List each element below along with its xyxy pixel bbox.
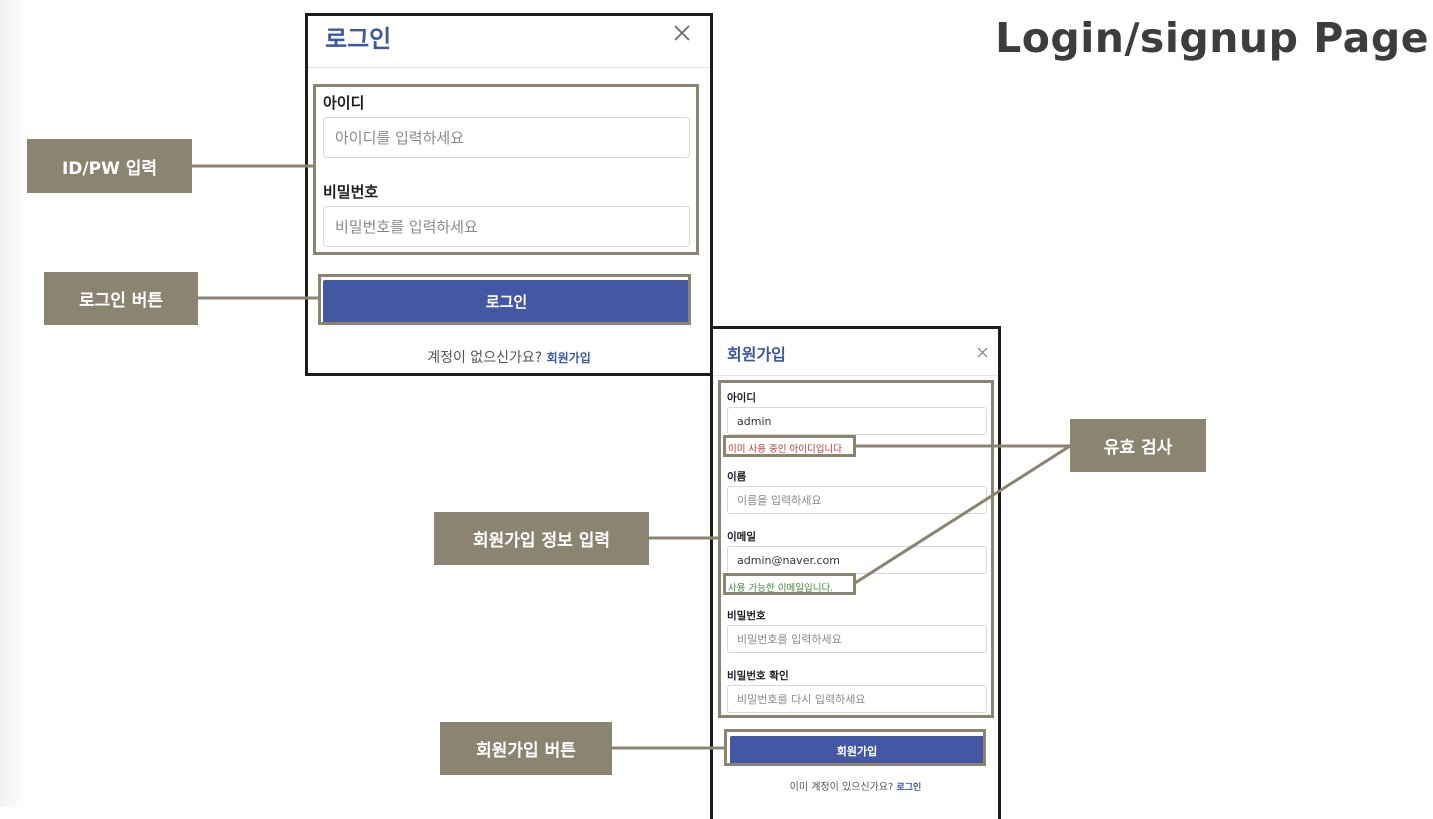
close-icon[interactable] xyxy=(976,346,989,359)
signup-id-input[interactable] xyxy=(727,407,987,435)
login-modal-title: 로그인 xyxy=(325,25,392,53)
login-id-label: 아이디 xyxy=(323,94,365,112)
login-header-divider xyxy=(308,67,710,68)
signup-id-label: 아이디 xyxy=(727,392,756,404)
login-pw-label: 비밀번호 xyxy=(323,183,379,201)
signup-email-label: 이메일 xyxy=(727,531,756,543)
signup-footer-text: 이미 계정이 있으신가요? xyxy=(789,782,894,793)
login-id-input[interactable] xyxy=(323,117,690,158)
login-modal: 로그인 아이디 비밀번호 로그인 계정이 없으신가요? 회원가입 xyxy=(305,13,713,376)
login-pw-input[interactable] xyxy=(323,206,690,247)
left-edge-shade xyxy=(0,0,28,807)
annotation-signup-info-input: 회원가입 정보 입력 xyxy=(434,512,649,565)
annotation-signup-button: 회원가입 버튼 xyxy=(440,722,612,775)
signup-email-input[interactable] xyxy=(727,546,987,574)
signup-modal-title: 회원가입 xyxy=(727,345,786,364)
login-footer-text: 계정이 없으신가요? xyxy=(427,350,543,366)
signup-pw-label: 비밀번호 xyxy=(727,610,766,622)
close-icon[interactable] xyxy=(671,22,693,44)
page-title: Login/signup Page xyxy=(995,14,1429,62)
id-duplicate-error: 이미 사용 중인 아이디입니다 xyxy=(728,444,842,455)
signup-footer: 이미 계정이 있으신가요? 로그인 xyxy=(713,778,998,793)
login-link[interactable]: 로그인 xyxy=(897,783,922,793)
signup-name-label: 이름 xyxy=(727,471,747,483)
signup-header-divider xyxy=(713,375,998,376)
email-available-message: 사용 가능한 이메일입니다. xyxy=(728,583,834,594)
login-submit-button[interactable]: 로그인 xyxy=(323,280,690,323)
signup-pw-input[interactable] xyxy=(727,625,987,653)
signup-name-input[interactable] xyxy=(727,486,987,514)
signup-pw-confirm-input[interactable] xyxy=(727,685,987,713)
signup-pw-confirm-label: 비밀번호 확인 xyxy=(727,670,789,682)
signup-link[interactable]: 회원가입 xyxy=(547,351,591,365)
signup-modal: 회원가입 아이디 이미 사용 중인 아이디입니다 이름 이메일 사용 가능한 이… xyxy=(710,326,1001,819)
signup-submit-button[interactable]: 회원가입 xyxy=(730,736,984,765)
login-footer: 계정이 없으신가요? 회원가입 xyxy=(308,347,710,367)
annotation-login-button: 로그인 버튼 xyxy=(44,272,198,325)
annotation-id-pw-input: ID/PW 입력 xyxy=(27,139,192,193)
annotation-validation: 유효 검사 xyxy=(1070,419,1206,472)
